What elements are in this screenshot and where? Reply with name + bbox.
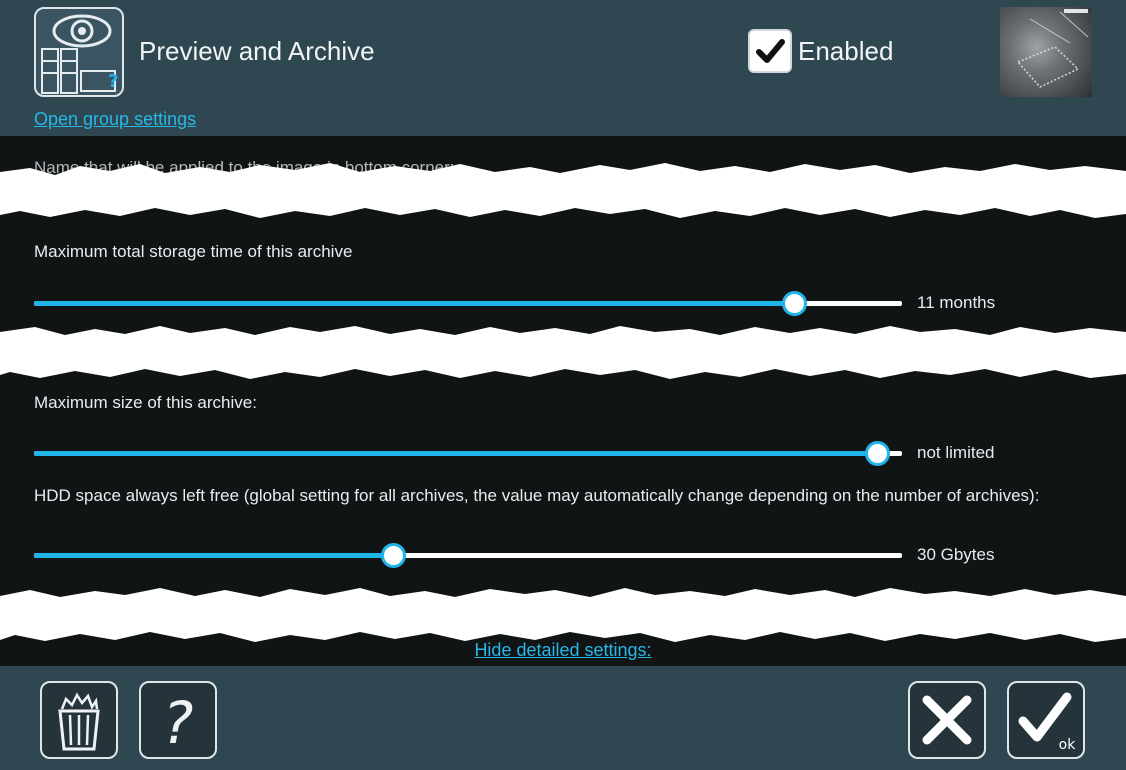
- slider-fill: [34, 451, 877, 456]
- hdd-free-slider[interactable]: [34, 540, 902, 570]
- slider-fill: [34, 553, 394, 558]
- ok-button[interactable]: ok: [1007, 681, 1085, 759]
- archive-size-label: Maximum size of this archive:: [34, 393, 257, 412]
- delete-button[interactable]: [40, 681, 118, 759]
- ok-check-icon: ok: [1018, 692, 1077, 753]
- archive-size-value: not limited: [917, 443, 995, 462]
- hide-detailed-settings-link[interactable]: Hide detailed settings:: [0, 640, 1126, 661]
- slider-handle[interactable]: [782, 291, 808, 316]
- enabled-checkbox[interactable]: [748, 29, 792, 73]
- storage-time-label: Maximum total storage time of this archi…: [34, 242, 353, 261]
- eye-archive-icon: ?: [34, 7, 124, 97]
- hdd-free-value: 30 Gbytes: [917, 545, 995, 564]
- svg-text:?: ?: [163, 689, 194, 757]
- archive-size-slider[interactable]: [34, 438, 902, 468]
- slider-handle[interactable]: [864, 441, 890, 466]
- page-title: Preview and Archive: [139, 36, 375, 66]
- open-group-settings-link[interactable]: Open group settings: [34, 109, 196, 130]
- hdd-free-label: HDD space always left free (global setti…: [34, 486, 1040, 505]
- storage-time-value: 11 months: [917, 293, 996, 312]
- check-icon: [756, 39, 785, 63]
- slider-fill: [34, 301, 795, 306]
- storage-time-slider[interactable]: [34, 288, 902, 318]
- help-icon: ?: [163, 689, 194, 757]
- header: ? Preview and Archive Enabled Open group…: [0, 0, 1126, 136]
- ok-text: ok: [1059, 737, 1077, 753]
- trash-icon: [58, 692, 100, 751]
- cancel-button[interactable]: [908, 681, 986, 759]
- svg-text:?: ?: [108, 71, 118, 92]
- camera-preview-thumbnail: [1000, 7, 1092, 97]
- close-icon: [922, 695, 972, 745]
- help-button[interactable]: ?: [139, 681, 217, 759]
- slider-handle[interactable]: [381, 543, 407, 568]
- image-name-label: Name that will be applied to the image i…: [34, 158, 455, 177]
- enabled-label: Enabled: [798, 36, 894, 66]
